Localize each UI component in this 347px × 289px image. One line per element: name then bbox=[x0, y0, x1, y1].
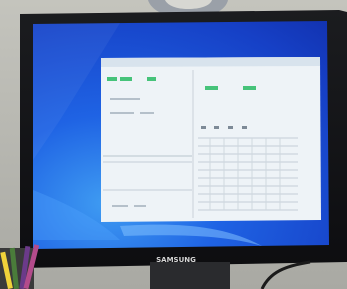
right-pane-header bbox=[242, 126, 247, 129]
app-window[interactable] bbox=[101, 57, 321, 222]
monitor-brand-logo: SAMSUNG bbox=[156, 256, 196, 264]
left-pane-text bbox=[134, 205, 146, 207]
photo-scene: SAMSUNG bbox=[0, 0, 347, 289]
toolbar-button[interactable] bbox=[205, 86, 218, 90]
toolbar-button[interactable] bbox=[147, 77, 156, 81]
left-pane-text bbox=[112, 205, 128, 207]
left-pane-text bbox=[140, 112, 154, 114]
toolbar-button[interactable] bbox=[243, 86, 256, 90]
left-pane-text bbox=[110, 112, 134, 114]
toolbar-button[interactable] bbox=[107, 77, 117, 81]
toolbar-button[interactable] bbox=[120, 77, 132, 81]
right-pane-header bbox=[201, 126, 206, 129]
right-pane-header bbox=[214, 126, 219, 129]
photo-svg: SAMSUNG bbox=[0, 0, 347, 289]
right-pane-header bbox=[228, 126, 233, 129]
monitor-stand bbox=[150, 262, 230, 289]
left-pane-text bbox=[110, 98, 140, 100]
